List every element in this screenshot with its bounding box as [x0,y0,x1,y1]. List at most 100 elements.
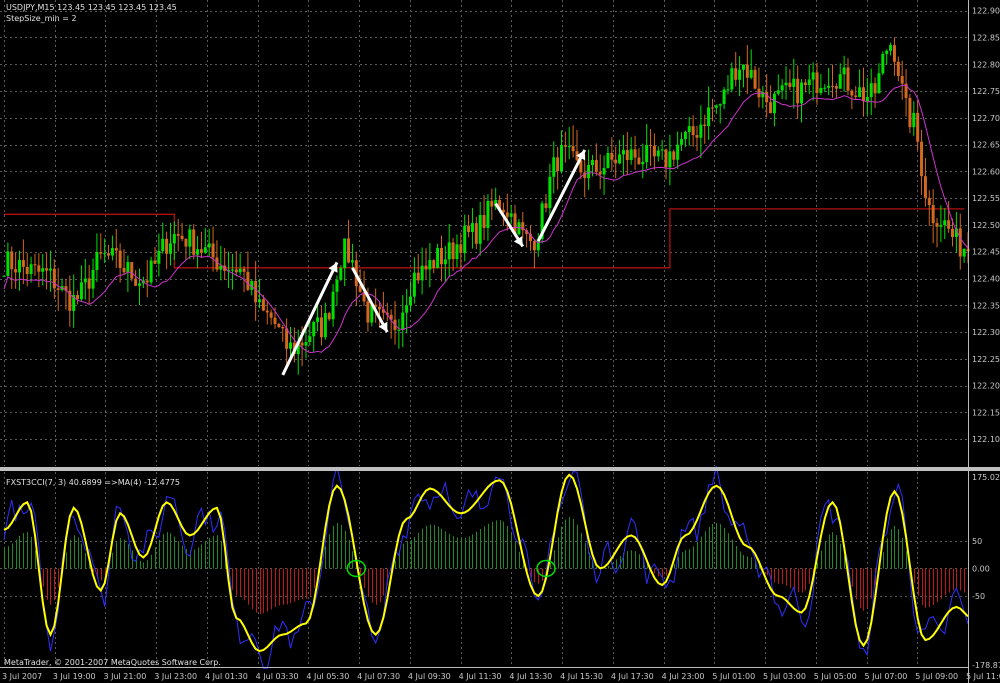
candle-body [2,275,6,277]
candle-body [792,78,796,87]
time-tick-label: 5 Jul 05:00 [814,672,857,681]
indicator-header: FXST3CCI(7, 3) 40.6899 =>MA(4) -12.4775 [6,478,180,487]
candle-body [563,145,567,147]
candle-body [149,260,153,283]
candle-body [211,243,215,258]
candle-body [405,305,409,313]
candle-body [730,68,734,90]
candle-body [892,45,896,62]
candle-body [865,97,869,102]
candle-body [41,268,45,272]
candle-body [463,225,467,254]
candle-body [269,312,273,318]
candle-body [885,50,889,55]
candle-body [718,104,722,106]
candle-body [749,69,753,78]
candle-body [769,102,773,114]
time-tick-label: 4 Jul 03:30 [256,672,299,681]
candle-body [180,235,184,240]
time-tick-label: 5 Jul 09:00 [915,672,958,681]
candle-body [447,242,451,260]
candle-body [230,269,234,271]
price-tick-label: 122.60 [972,167,1000,176]
candle-body [308,336,312,342]
candle-body [846,67,850,91]
time-tick-label: 4 Jul 17:30 [611,672,654,681]
candle-body [350,260,354,263]
indicator-tick-label: 0.00 [972,564,990,573]
time-tick-label: 5 Jul 11:00 [966,672,1000,681]
price-tick-label: 122.25 [972,355,1000,364]
candle-body [645,145,649,163]
candle-body [935,223,939,227]
candle-body [397,329,401,331]
candle-body [815,72,819,93]
candle-body [83,278,87,283]
candle-body [486,200,490,228]
candle-body [811,72,815,80]
candle-body [614,159,618,164]
candle-body [153,260,157,264]
candle-body [199,249,203,253]
candle-body [652,145,656,157]
candle-body [621,150,625,155]
candle-body [683,131,687,140]
candle-body [889,45,893,51]
candle-body [707,107,711,126]
price-tick-label: 122.80 [972,60,1000,69]
candle-body [923,176,927,198]
candle-body [939,225,943,227]
panel-separator [0,467,1000,471]
time-tick-label: 3 Jul 2007 [2,672,42,681]
candle-body [238,268,242,273]
time-tick-label: 4 Jul 11:30 [459,672,502,681]
candle-body [962,248,966,257]
candle-body [203,247,207,253]
candle-body [424,265,428,270]
candle-body [265,310,269,313]
candle-body [33,264,37,266]
candle-body [556,157,560,171]
candle-body [590,160,594,166]
candle-body [184,239,188,247]
price-tick-label: 122.45 [972,248,1000,257]
candle-body [258,299,262,303]
candle-body [637,157,641,165]
candle-body [505,212,509,217]
candle-body [401,312,405,330]
candle-body [99,252,103,254]
candle-body [947,220,951,229]
candle-body [796,78,800,104]
indicator-tick-label: 175.027 [972,473,1000,482]
time-tick-label: 5 Jul 07:00 [865,672,908,681]
candle-body [664,149,668,168]
candle-body [91,269,95,289]
candle-body [254,281,258,303]
candle-body [858,87,862,97]
time-tick-label: 4 Jul 07:30 [357,672,400,681]
candle-body [649,145,653,147]
candle-body [656,150,660,157]
candle-body [823,87,827,89]
candle-body [478,215,482,244]
candle-body [482,215,486,228]
indicator-tick-label: 50 [972,537,982,546]
time-tick-label: 4 Jul 01:30 [205,672,248,681]
candle-body [470,223,474,233]
price-tick-label: 122.70 [972,114,1000,123]
candle-body [242,268,246,272]
candle-body [331,291,335,320]
candle-body [323,313,327,338]
candle-body [753,69,757,89]
candle-body [277,323,281,328]
candle-body [920,141,924,177]
candle-body [660,149,664,151]
candle-body [552,157,556,177]
candle-body [618,154,622,164]
candle-body [633,149,637,158]
candle-body [52,268,56,289]
candle-body [161,238,165,251]
candle-body [741,64,745,70]
candle-body [838,74,842,89]
candle-body [602,167,606,175]
